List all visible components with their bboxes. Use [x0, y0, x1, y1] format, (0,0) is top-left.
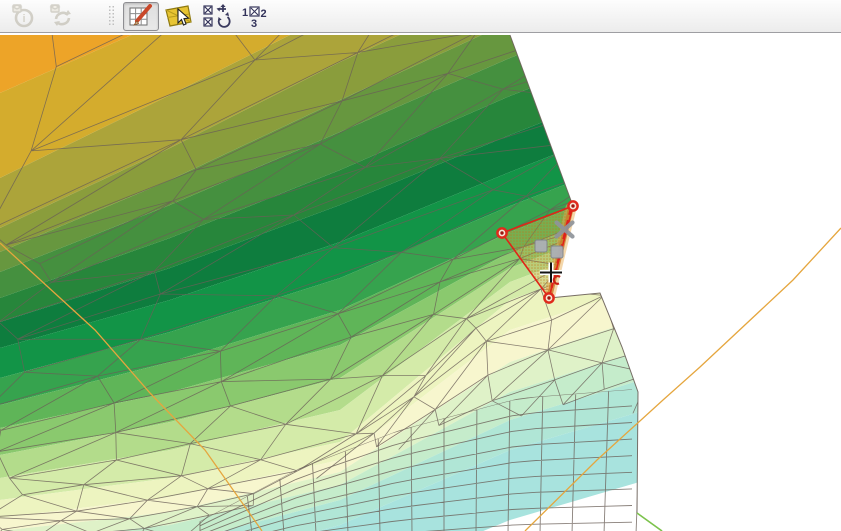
digit-2: 2: [260, 8, 266, 20]
mesh-cursor-icon: [164, 3, 194, 29]
selected-node-marker-3[interactable]: [544, 293, 553, 302]
swap-edge-button[interactable]: [199, 2, 235, 31]
renumber-button[interactable]: 1 2 3: [237, 2, 273, 31]
drag-handle-1[interactable]: [535, 240, 547, 252]
cube-info-icon: i: [10, 3, 38, 29]
cube-refresh-icon: [48, 3, 76, 29]
select-patch-button[interactable]: [161, 2, 197, 31]
node-refresh-button[interactable]: [44, 2, 80, 31]
toolbar-grip[interactable]: [108, 5, 115, 27]
selected-node-marker-1[interactable]: [568, 201, 577, 210]
app-window: i: [0, 0, 841, 531]
selected-node-marker-2[interactable]: [497, 228, 506, 237]
toolbar: i: [0, 0, 841, 33]
svg-text:i: i: [22, 13, 25, 25]
checkbox-swap-icon: [202, 3, 232, 29]
node-info-button[interactable]: i: [6, 2, 42, 31]
digit-3: 3: [251, 18, 257, 29]
mesh-canvas[interactable]: [0, 0, 841, 531]
edit-mesh-button[interactable]: [123, 2, 159, 31]
renumber-123-icon: 1 2 3: [240, 3, 270, 29]
drag-handle-2[interactable]: [551, 246, 563, 258]
digit-1: 1: [242, 7, 248, 19]
mesh-pencil-icon: [128, 4, 154, 28]
